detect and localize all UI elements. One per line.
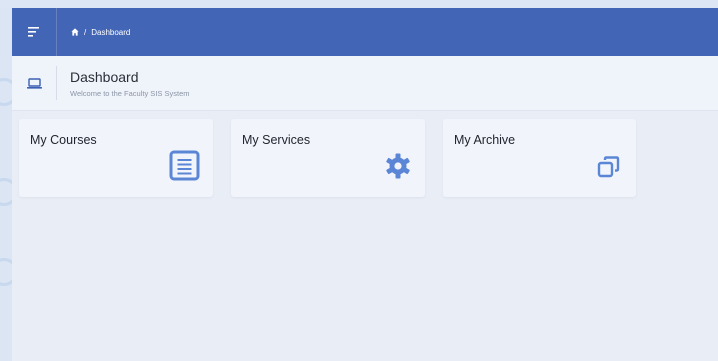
my-courses-label: My Courses: [30, 133, 97, 147]
breadcrumb-current: Dashboard: [91, 27, 131, 37]
home-icon[interactable]: [71, 28, 79, 36]
page-title: Dashboard: [70, 68, 139, 85]
top-band: [0, 0, 718, 8]
top-header: / Dashboard: [12, 8, 718, 56]
app-frame: / Dashboard Dashboard Welcome to the Fac…: [0, 0, 718, 361]
breadcrumb-separator: /: [84, 27, 87, 37]
document-list-icon: [169, 150, 200, 181]
gear-icon: [386, 153, 410, 179]
page-icon-container: [12, 66, 57, 100]
laptop-icon: [26, 77, 42, 89]
page-title-block: Dashboard Welcome to the Faculty SIS Sys…: [70, 69, 190, 98]
page-header: Dashboard Welcome to the Faculty SIS Sys…: [12, 56, 718, 111]
breadcrumb: / Dashboard: [71, 28, 130, 37]
my-courses-card[interactable]: My Courses: [19, 119, 213, 197]
sidebar-toggle-button[interactable]: [12, 8, 57, 56]
left-edge-decoration: [0, 8, 18, 361]
menu-icon: [28, 27, 39, 37]
copy-stack-icon: [597, 156, 620, 178]
my-archive-label: My Archive: [454, 133, 516, 147]
my-services-card[interactable]: My Services: [231, 119, 425, 197]
my-services-label: My Services: [242, 133, 311, 147]
page-subtitle: Welcome to the Faculty SIS System: [70, 88, 190, 98]
my-archive-card[interactable]: My Archive: [443, 119, 636, 197]
